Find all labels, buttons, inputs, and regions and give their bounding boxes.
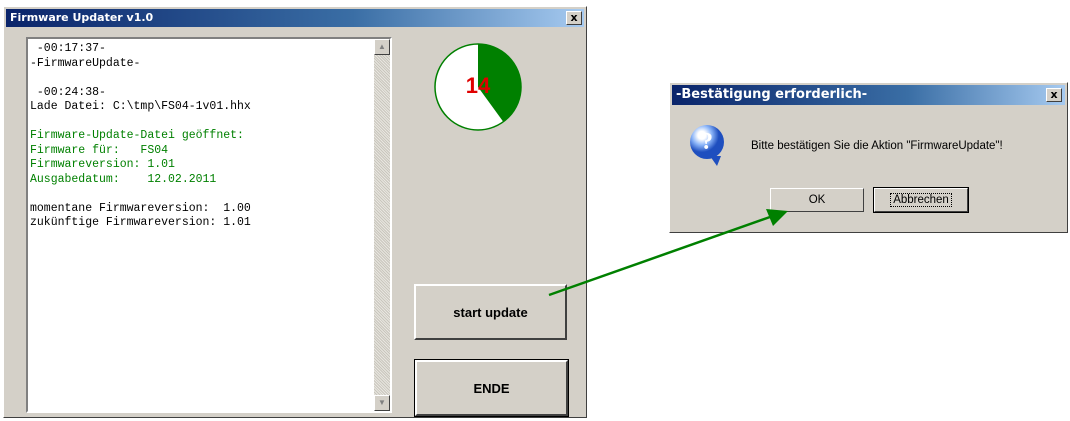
annotation-arrow (548, 209, 788, 297)
arrow-line (548, 215, 771, 297)
